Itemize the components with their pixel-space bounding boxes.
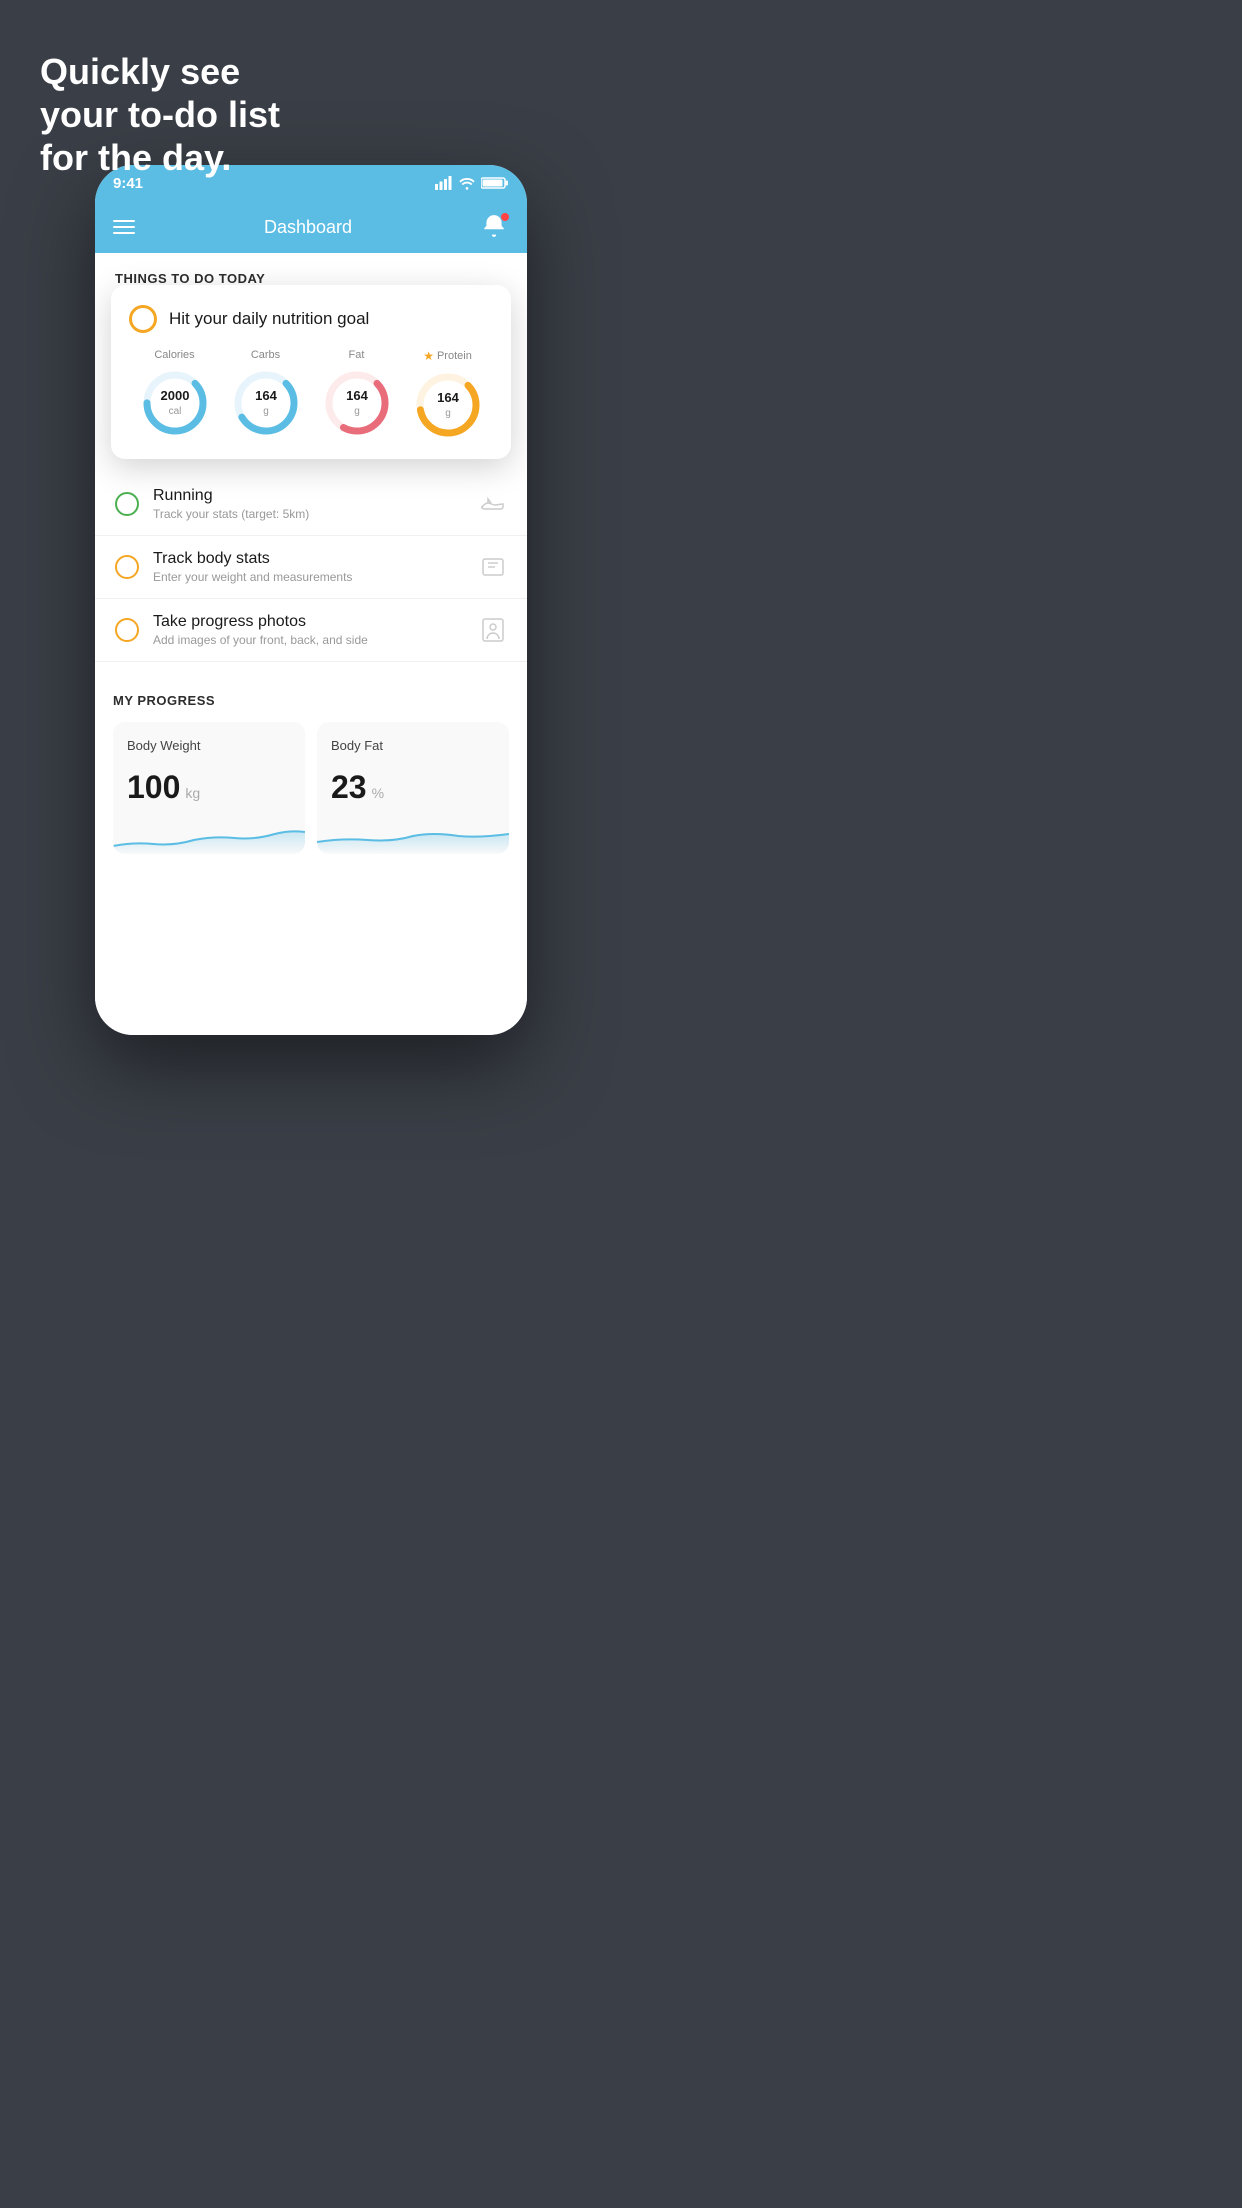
- body-weight-unit: kg: [185, 785, 200, 801]
- progress-cards: Body Weight 100 kg: [113, 722, 509, 854]
- body-weight-value-row: 100 kg: [127, 769, 291, 806]
- protein-ring: ★ Protein 164 g: [412, 349, 484, 441]
- todo-subtitle-progress-photos: Add images of your front, back, and side: [153, 633, 465, 647]
- progress-header: MY PROGRESS: [113, 683, 509, 708]
- todo-item-progress-photos[interactable]: Take progress photos Add images of your …: [95, 599, 527, 662]
- scale-icon: [479, 553, 507, 581]
- person-icon: [479, 616, 507, 644]
- todo-text-body-stats: Track body stats Enter your weight and m…: [153, 550, 465, 584]
- todo-circle-progress-photos: [115, 618, 139, 642]
- svg-text:2000: 2000: [160, 388, 189, 403]
- todo-subtitle-body-stats: Enter your weight and measurements: [153, 570, 465, 584]
- calories-ring-svg: 2000 cal: [139, 367, 211, 439]
- svg-text:g: g: [263, 406, 269, 417]
- todo-list: Running Track your stats (target: 5km) T…: [95, 473, 527, 662]
- status-icons: [435, 176, 509, 190]
- body-fat-value-row: 23 %: [331, 769, 495, 806]
- todo-circle-running: [115, 492, 139, 516]
- carbs-label: Carbs: [251, 349, 280, 361]
- calories-ring: Calories 2000 cal: [139, 349, 211, 439]
- carbs-ring-svg: 164 g: [230, 367, 302, 439]
- fat-ring: Fat 164 g: [321, 349, 393, 439]
- battery-icon: [481, 176, 509, 190]
- body-fat-value: 23: [331, 769, 367, 806]
- protein-ring-svg: 164 g: [412, 369, 484, 441]
- progress-section: MY PROGRESS Body Weight 100 kg: [95, 683, 527, 854]
- signal-icon: [435, 176, 453, 190]
- todo-item-body-stats[interactable]: Track body stats Enter your weight and m…: [95, 536, 527, 599]
- calories-label: Calories: [154, 349, 194, 361]
- body-weight-title: Body Weight: [127, 738, 291, 753]
- menu-icon[interactable]: [113, 220, 135, 234]
- nutrition-card: Hit your daily nutrition goal Calories 2…: [111, 285, 511, 459]
- todo-item-running[interactable]: Running Track your stats (target: 5km): [95, 473, 527, 536]
- body-fat-unit: %: [372, 785, 384, 801]
- nutrition-rings: Calories 2000 cal Carbs 164 g: [129, 349, 493, 441]
- nutrition-check-circle: [129, 305, 157, 333]
- hero-text: Quickly see your to-do list for the day.: [40, 50, 280, 180]
- phone-shell: 9:41 Dashboard: [95, 165, 527, 1035]
- todo-text-progress-photos: Take progress photos Add images of your …: [153, 613, 465, 647]
- todo-subtitle-running: Track your stats (target: 5km): [153, 507, 465, 521]
- nav-bar: Dashboard: [95, 201, 527, 253]
- body-fat-chart: [317, 818, 509, 854]
- nav-title: Dashboard: [264, 217, 352, 238]
- svg-text:g: g: [445, 408, 451, 419]
- star-icon: ★: [423, 349, 434, 363]
- svg-text:164: 164: [346, 388, 368, 403]
- fat-label: Fat: [349, 349, 365, 361]
- svg-text:164: 164: [255, 388, 277, 403]
- todo-circle-body-stats: [115, 555, 139, 579]
- bell-notification-dot: [501, 213, 509, 221]
- nutrition-card-title: Hit your daily nutrition goal: [169, 309, 369, 329]
- todo-title-progress-photos: Take progress photos: [153, 613, 465, 631]
- body-weight-card: Body Weight 100 kg: [113, 722, 305, 854]
- body-weight-value: 100: [127, 769, 180, 806]
- nutrition-card-header: Hit your daily nutrition goal: [129, 305, 493, 333]
- protein-label: ★ Protein: [423, 349, 472, 363]
- svg-text:164: 164: [437, 390, 459, 405]
- todo-title-body-stats: Track body stats: [153, 550, 465, 568]
- fat-ring-svg: 164 g: [321, 367, 393, 439]
- svg-text:cal: cal: [168, 406, 181, 417]
- main-content: THINGS TO DO TODAY Hit your daily nutrit…: [95, 253, 527, 1035]
- wifi-icon: [458, 176, 476, 190]
- todo-text-running: Running Track your stats (target: 5km): [153, 487, 465, 521]
- svg-text:g: g: [354, 406, 360, 417]
- body-fat-title: Body Fat: [331, 738, 495, 753]
- todo-title-running: Running: [153, 487, 465, 505]
- shoe-icon: [479, 490, 507, 518]
- carbs-ring: Carbs 164 g: [230, 349, 302, 439]
- bell-button[interactable]: [481, 213, 509, 241]
- body-weight-chart: [113, 818, 305, 854]
- body-fat-card: Body Fat 23 %: [317, 722, 509, 854]
